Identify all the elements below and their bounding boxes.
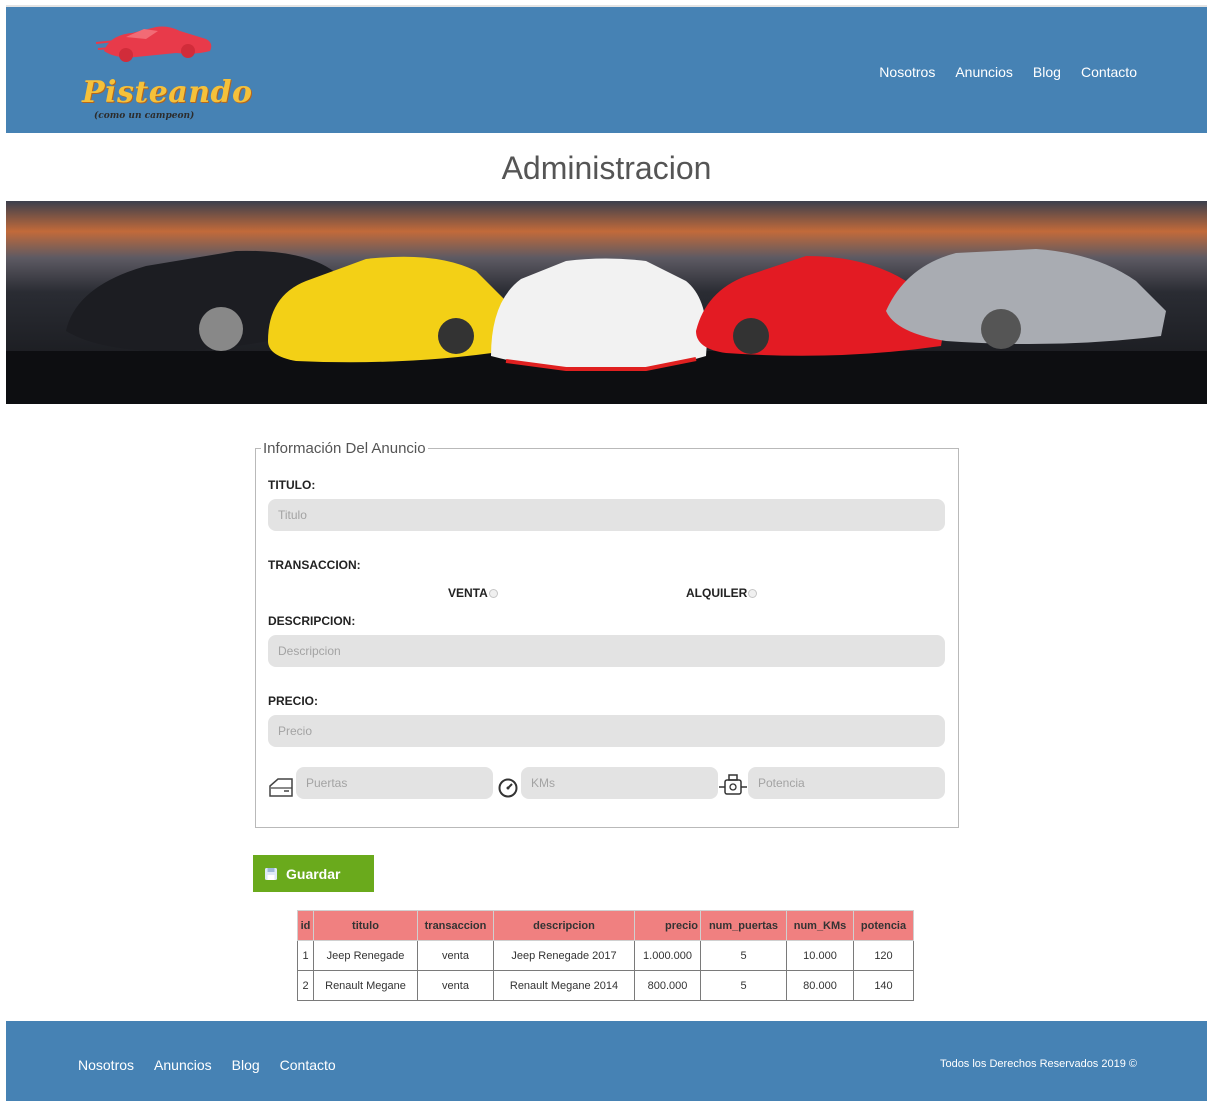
alquiler-radio[interactable] [748, 588, 758, 598]
cars-banner [6, 201, 1207, 404]
logo[interactable]: Pisteando (como un campeon) [78, 19, 258, 124]
cell-num-kms: 10.000 [786, 940, 854, 971]
descripcion-input[interactable]: Descripcion [268, 635, 945, 667]
page-title: Administracion [501, 150, 712, 186]
engine-icon [719, 774, 747, 795]
precio-input[interactable]: Precio [268, 715, 945, 747]
footer-nav: Nosotros Anuncios Blog Contacto [78, 1057, 336, 1073]
cell-precio: 800.000 [634, 970, 701, 1001]
footer-nav-blog[interactable]: Blog [232, 1057, 260, 1073]
table-row: 2 Renault Megane venta Renault Megane 20… [297, 970, 914, 1001]
save-button-label: Guardar [286, 865, 341, 882]
alquiler-label: ALQUILER [686, 586, 748, 600]
nav-blog[interactable]: Blog [1033, 64, 1061, 80]
venta-radio[interactable] [488, 588, 498, 598]
titulo-input[interactable]: Titulo [268, 499, 945, 531]
col-num-kms: num_KMs [786, 910, 854, 941]
logo-tagline: (como un campeon) [94, 111, 195, 121]
venta-option[interactable]: VENTA [448, 586, 498, 600]
speedometer-icon [498, 778, 518, 798]
puertas-input[interactable]: Puertas [296, 767, 493, 799]
precio-label: PRECIO: [268, 694, 319, 708]
ads-table: id titulo transaccion descripcion precio… [297, 910, 914, 1001]
table-header-row: id titulo transaccion descripcion precio… [297, 910, 914, 941]
col-num-puertas: num_puertas [700, 910, 787, 941]
venta-label: VENTA [448, 586, 488, 600]
col-potencia: potencia [853, 910, 914, 941]
col-titulo: titulo [313, 910, 418, 941]
cell-transaccion: venta [417, 940, 494, 971]
kms-input[interactable]: KMs [521, 767, 718, 799]
transaccion-label: TRANSACCION: [268, 558, 361, 572]
nav-nosotros[interactable]: Nosotros [879, 64, 935, 80]
alquiler-option[interactable]: ALQUILER [686, 586, 758, 600]
cell-precio: 1.000.000 [634, 940, 701, 971]
cell-descripcion: Jeep Renegade 2017 [493, 940, 635, 971]
potencia-input[interactable]: Potencia [748, 767, 945, 799]
copyright-text: Todos los Derechos Reservados 2019 © [939, 1058, 1137, 1070]
cell-num-puertas: 5 [700, 940, 787, 971]
cell-transaccion: venta [417, 970, 494, 1001]
footer-nav-nosotros[interactable]: Nosotros [78, 1057, 134, 1073]
save-icon [265, 867, 277, 880]
col-id: id [297, 910, 314, 941]
cell-num-puertas: 5 [700, 970, 787, 1001]
col-descripcion: descripcion [493, 910, 635, 941]
nav-contacto[interactable]: Contacto [1081, 64, 1137, 80]
table-row: 1 Jeep Renegade venta Jeep Renegade 2017… [297, 940, 914, 971]
cell-titulo: Jeep Renegade [313, 940, 418, 971]
car-door-icon [269, 778, 293, 797]
banner-image [6, 201, 1207, 404]
titulo-label: TITULO: [268, 478, 316, 492]
cell-titulo: Renault Megane [313, 970, 418, 1001]
cell-potencia: 140 [853, 970, 914, 1001]
cell-descripcion: Renault Megane 2014 [493, 970, 635, 1001]
site-footer: Nosotros Anuncios Blog Contacto Todos lo… [6, 1021, 1207, 1101]
col-precio: precio [634, 910, 701, 941]
nav-anuncios[interactable]: Anuncios [955, 64, 1013, 80]
site-header: Pisteando (como un campeon) Nosotros Anu… [6, 7, 1207, 133]
cell-id: 1 [297, 940, 314, 971]
main-nav: Nosotros Anuncios Blog Contacto [879, 64, 1137, 80]
fieldset-legend: Información Del Anuncio [261, 440, 428, 457]
footer-nav-contacto[interactable]: Contacto [280, 1057, 336, 1073]
cell-id: 2 [297, 970, 314, 1001]
descripcion-label: DESCRIPCION: [268, 614, 356, 628]
cell-num-kms: 80.000 [786, 970, 854, 1001]
race-car-icon [96, 26, 212, 62]
logo-name: Pisteando [82, 75, 253, 110]
save-button[interactable]: Guardar [253, 855, 374, 892]
cell-potencia: 120 [853, 940, 914, 971]
footer-nav-anuncios[interactable]: Anuncios [154, 1057, 212, 1073]
col-transaccion: transaccion [417, 910, 494, 941]
